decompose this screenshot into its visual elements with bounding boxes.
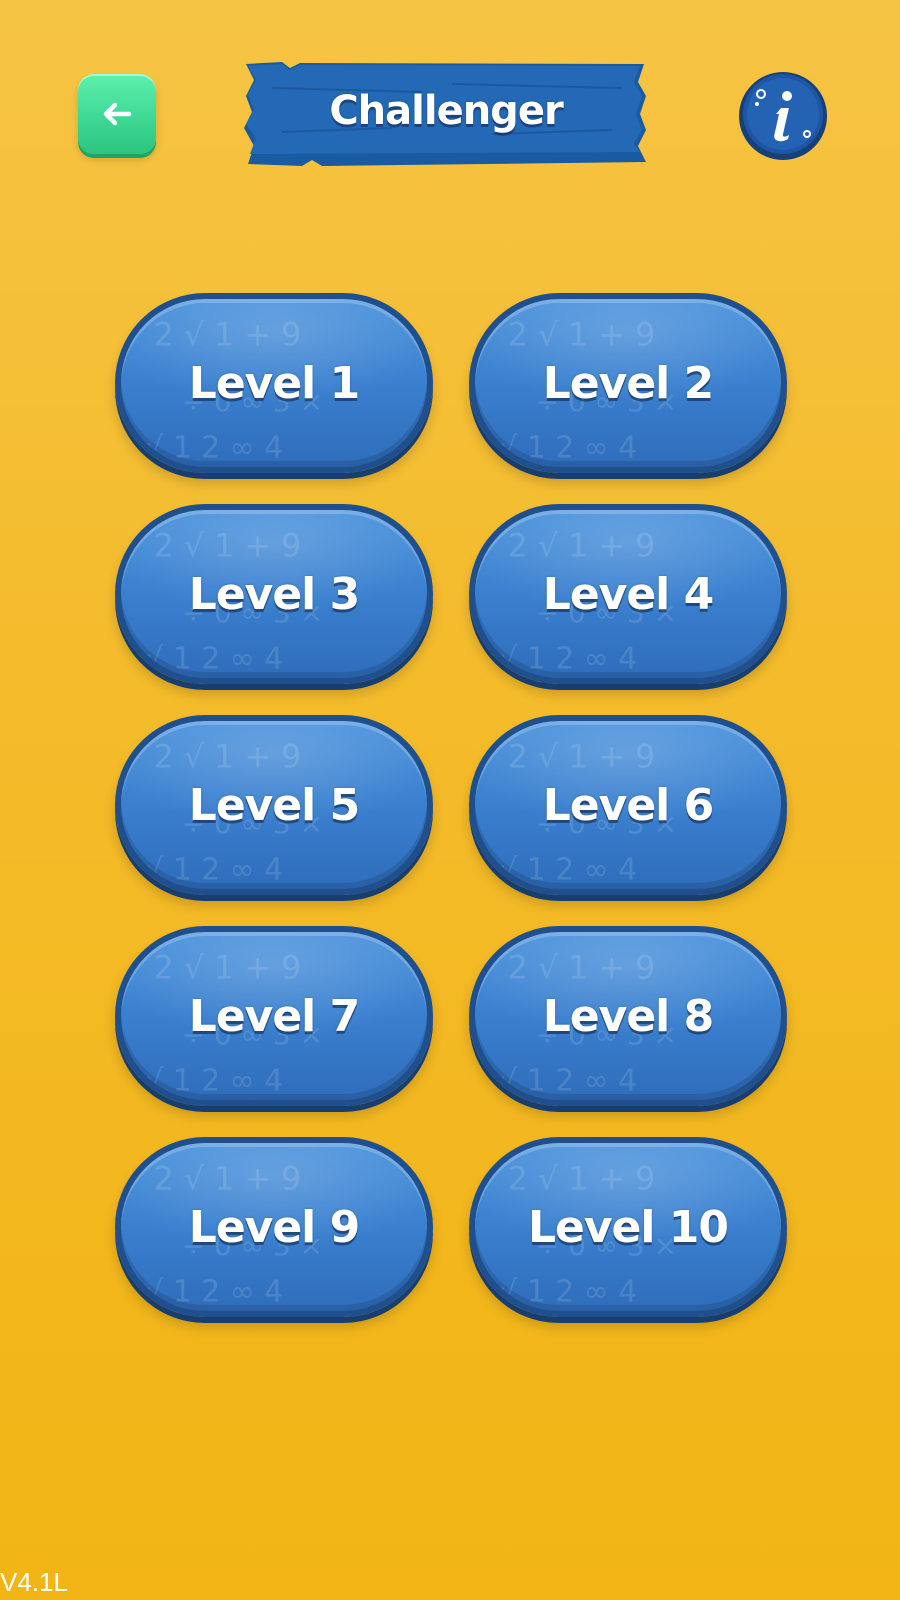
svg-text:√ 1 2 ∞ 4: √ 1 2 ∞ 4 [498, 431, 637, 466]
level-label: Level 8 [542, 990, 714, 1042]
level-10-button[interactable]: 2 √ 1 + 9 ÷ 0 ∞ 3 × √ 1 2 ∞ 4 Level 10 [469, 1137, 787, 1317]
level-4-button[interactable]: 2 √ 1 + 9 ÷ 0 ∞ 3 × √ 1 2 ∞ 4 Level 4 [469, 504, 787, 684]
level-label: Level 7 [188, 990, 360, 1042]
level-8-button[interactable]: 2 √ 1 + 9 ÷ 0 ∞ 3 × √ 1 2 ∞ 4 Level 8 [469, 926, 787, 1106]
svg-text:2 √ 1 + 9: 2 √ 1 + 9 [154, 529, 302, 565]
level-5-button[interactable]: 2 √ 1 + 9 ÷ 0 ∞ 3 × √ 1 2 ∞ 4 Level 5 [115, 715, 433, 895]
svg-text:√ 1 2 ∞ 4: √ 1 2 ∞ 4 [498, 642, 637, 677]
level-label: Level 9 [188, 1201, 360, 1253]
page-title: Challenger [329, 88, 563, 134]
svg-text:√ 1 2 ∞ 4: √ 1 2 ∞ 4 [144, 1064, 283, 1099]
title-banner: Challenger [242, 62, 650, 168]
level-9-button[interactable]: 2 √ 1 + 9 ÷ 0 ∞ 3 × √ 1 2 ∞ 4 Level 9 [115, 1137, 433, 1317]
svg-text:√ 1 2 ∞ 4: √ 1 2 ∞ 4 [498, 1064, 637, 1099]
svg-text:2 √ 1 + 9: 2 √ 1 + 9 [508, 951, 656, 987]
level-grid: 2 √ 1 + 9 ÷ 0 ∞ 3 × √ 1 2 ∞ 4 Level 1 2 √ … [115, 293, 787, 1323]
svg-text:√ 1 2 ∞ 4: √ 1 2 ∞ 4 [498, 1275, 637, 1310]
version-label: V4.1L [0, 1567, 68, 1597]
level-7-button[interactable]: 2 √ 1 + 9 ÷ 0 ∞ 3 × √ 1 2 ∞ 4 Level 7 [115, 926, 433, 1106]
svg-text:√ 1 2 ∞ 4: √ 1 2 ∞ 4 [144, 642, 283, 677]
svg-text:√ 1 2 ∞ 4: √ 1 2 ∞ 4 [144, 1275, 283, 1310]
svg-text:2 √ 1 + 9: 2 √ 1 + 9 [508, 318, 656, 354]
svg-text:2 √ 1 + 9: 2 √ 1 + 9 [508, 740, 656, 776]
svg-text:2 √ 1 + 9: 2 √ 1 + 9 [154, 740, 302, 776]
level-label: Level 3 [188, 568, 360, 620]
svg-text:2 √ 1 + 9: 2 √ 1 + 9 [154, 951, 302, 987]
level-6-button[interactable]: 2 √ 1 + 9 ÷ 0 ∞ 3 × √ 1 2 ∞ 4 Level 6 [469, 715, 787, 895]
svg-text:2 √ 1 + 9: 2 √ 1 + 9 [154, 1162, 302, 1198]
svg-text:2 √ 1 + 9: 2 √ 1 + 9 [508, 529, 656, 565]
level-label: Level 2 [542, 357, 714, 409]
level-label: Level 10 [527, 1201, 729, 1253]
info-button[interactable] [737, 70, 829, 162]
level-label: Level 4 [542, 568, 714, 620]
level-2-button[interactable]: 2 √ 1 + 9 ÷ 0 ∞ 3 × √ 1 2 ∞ 4 Level 2 [469, 293, 787, 473]
svg-text:√ 1 2 ∞ 4: √ 1 2 ∞ 4 [144, 431, 283, 466]
level-label: Level 5 [188, 779, 360, 831]
level-1-button[interactable]: 2 √ 1 + 9 ÷ 0 ∞ 3 × √ 1 2 ∞ 4 Level 1 [115, 293, 433, 473]
arrow-left-icon [103, 102, 132, 126]
svg-text:2 √ 1 + 9: 2 √ 1 + 9 [508, 1162, 656, 1198]
info-icon [739, 72, 827, 160]
back-button[interactable] [78, 74, 156, 154]
level-label: Level 6 [542, 779, 714, 831]
svg-text:√ 1 2 ∞ 4: √ 1 2 ∞ 4 [498, 853, 637, 888]
svg-text:√ 1 2 ∞ 4: √ 1 2 ∞ 4 [144, 853, 283, 888]
level-3-button[interactable]: 2 √ 1 + 9 ÷ 0 ∞ 3 × √ 1 2 ∞ 4 Level 3 [115, 504, 433, 684]
level-label: Level 1 [188, 357, 360, 409]
svg-text:2 √ 1 + 9: 2 √ 1 + 9 [154, 318, 302, 354]
